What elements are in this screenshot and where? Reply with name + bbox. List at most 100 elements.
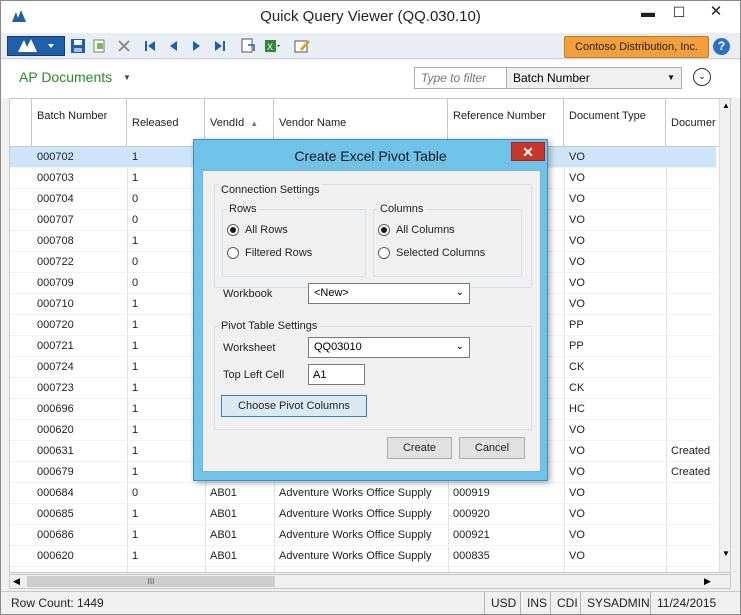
worksheet-select[interactable]: QQ03010 ⌄ xyxy=(308,337,470,358)
table-cell: Created xyxy=(671,445,711,457)
column-header-batch-number[interactable]: Batch Number xyxy=(32,99,127,147)
rows-group xyxy=(222,209,366,277)
table-row[interactable]: 000685 1 AB01 Adventure Works Office Supply… xyxy=(10,504,716,525)
scroll-left-icon[interactable]: ◀ xyxy=(13,576,20,587)
column-header-label: Reference Number xyxy=(453,110,546,122)
cancel-button[interactable]: Cancel xyxy=(459,437,525,459)
quick-query-window: Quick Query Viewer (QQ.030.10) ▬ ☐ ✕ X C… xyxy=(0,0,741,615)
svg-text:X: X xyxy=(267,42,273,52)
table-cell: 000620 xyxy=(37,550,74,562)
table-row[interactable]: 000684 0 AB01 Adventure Works Office Supply… xyxy=(10,483,716,504)
edit-query-icon[interactable] xyxy=(293,37,311,55)
save-icon[interactable] xyxy=(69,37,87,55)
table-cell: 000724 xyxy=(37,361,74,373)
filter-column-select[interactable]: Batch Number ▼ xyxy=(506,67,682,89)
create-button[interactable]: Create xyxy=(387,437,452,459)
scroll-thumb[interactable]: III xyxy=(27,576,275,587)
column-header-label: VendId xyxy=(210,117,245,129)
table-cell: VO xyxy=(569,424,585,436)
status-currency: USD xyxy=(484,592,522,614)
table-cell: 000620 xyxy=(37,424,74,436)
table-cell xyxy=(666,525,719,546)
delete-icon[interactable] xyxy=(115,37,133,55)
dialog-close-button[interactable]: ✕ xyxy=(511,142,545,161)
table-cell: 000710 xyxy=(37,298,74,310)
table-cell: 000703 xyxy=(37,172,74,184)
close-window-button[interactable]: ✕ xyxy=(693,3,739,23)
column-header-document[interactable]: Documer xyxy=(666,99,719,147)
radio-empty-icon xyxy=(378,247,390,259)
help-icon[interactable]: ? xyxy=(713,38,730,55)
maximize-button[interactable]: ☐ xyxy=(662,3,696,23)
table-cell: 1 xyxy=(132,550,139,562)
radio-all-columns[interactable]: All Columns xyxy=(378,224,455,236)
status-bar: Row Count: 1449 USD INS CDI SYSADMIN 11/… xyxy=(1,591,740,614)
print-icon[interactable] xyxy=(239,37,257,55)
top-left-cell-input[interactable] xyxy=(308,364,365,385)
vertical-scrollbar[interactable]: ▲ ▼ xyxy=(719,99,730,572)
worksheet-label: Worksheet xyxy=(223,342,276,354)
window-title: Quick Query Viewer (QQ.030.10) xyxy=(260,8,481,25)
column-header-label: Vendor Name xyxy=(279,117,347,129)
table-cell: VO xyxy=(569,487,585,499)
next-record-icon[interactable] xyxy=(187,37,205,55)
title-bar: Quick Query Viewer (QQ.030.10) ▬ ☐ ✕ xyxy=(1,1,740,33)
table-cell: 000835 xyxy=(453,550,490,562)
query-bar: AP Documents ▼ Batch Number ▼ ⌄ xyxy=(1,60,740,98)
column-header-label: Documer xyxy=(671,117,716,129)
table-cell: VO xyxy=(569,466,585,478)
scroll-up-icon[interactable]: ▲ xyxy=(722,101,730,110)
table-cell xyxy=(666,336,719,357)
radio-selected-icon xyxy=(378,224,390,236)
filter-input[interactable] xyxy=(414,67,507,89)
table-cell xyxy=(666,483,719,504)
previous-record-icon[interactable] xyxy=(165,37,183,55)
chevron-down-icon: ⌄ xyxy=(455,341,464,352)
radio-selected-columns[interactable]: Selected Columns xyxy=(378,247,485,259)
top-left-cell-label: Top Left Cell xyxy=(223,369,285,381)
connection-settings-label: Connection Settings xyxy=(219,184,322,196)
workbook-select[interactable]: <New> ⌄ xyxy=(308,283,470,304)
table-cell: VO xyxy=(569,172,585,184)
query-dropdown-icon[interactable]: ▼ xyxy=(123,73,131,82)
columns-label: Columns xyxy=(378,203,426,215)
table-cell: 000702 xyxy=(37,151,74,163)
table-cell: AB01 xyxy=(210,550,237,562)
radio-filtered-rows[interactable]: Filtered Rows xyxy=(227,247,312,259)
last-record-icon[interactable] xyxy=(211,37,229,55)
row-selector-header xyxy=(10,99,32,147)
table-cell: PP xyxy=(569,319,584,331)
copy-icon[interactable] xyxy=(91,37,109,55)
radio-all-rows[interactable]: All Rows xyxy=(227,224,288,236)
query-name-link[interactable]: AP Documents xyxy=(19,69,112,85)
table-row[interactable]: 000620 1 AB01 Adventure Works Office Supply… xyxy=(10,546,716,567)
chevron-down-icon: ▼ xyxy=(667,73,675,82)
table-cell: 000921 xyxy=(453,529,490,541)
horizontal-scrollbar[interactable]: ◀ III ▶ xyxy=(9,574,731,589)
first-record-icon[interactable] xyxy=(141,37,159,55)
expand-filter-button[interactable]: ⌄ xyxy=(693,68,711,86)
table-cell: Adventure Works Office Supply xyxy=(279,550,432,562)
table-cell xyxy=(666,231,719,252)
table-cell: 000704 xyxy=(37,193,74,205)
company-button[interactable]: Contoso Distribution, Inc. xyxy=(564,36,709,58)
table-cell: 000722 xyxy=(37,256,74,268)
app-menu-button[interactable] xyxy=(7,36,65,56)
choose-pivot-columns-button[interactable]: Choose Pivot Columns xyxy=(221,395,367,417)
row-count: Row Count: 1449 xyxy=(11,596,104,610)
scroll-down-icon[interactable]: ▼ xyxy=(722,549,730,558)
export-excel-icon[interactable]: X xyxy=(263,37,281,55)
table-cell: 000696 xyxy=(37,403,74,415)
column-header-label: Batch Number xyxy=(37,110,108,122)
column-header-document-type[interactable]: Document Type xyxy=(564,99,666,147)
table-cell: 000920 xyxy=(453,508,490,520)
table-cell: 000709 xyxy=(37,277,74,289)
table-cell: 000684 xyxy=(37,487,74,499)
table-cell xyxy=(666,273,719,294)
scroll-right-icon[interactable]: ▶ xyxy=(704,576,711,587)
radio-label: All Rows xyxy=(245,224,288,236)
minimize-button[interactable]: ▬ xyxy=(631,3,665,23)
radio-label: Selected Columns xyxy=(396,247,486,259)
table-row[interactable]: 000686 1 AB01 Adventure Works Office Supply… xyxy=(10,525,716,546)
table-cell: 1 xyxy=(132,508,139,520)
